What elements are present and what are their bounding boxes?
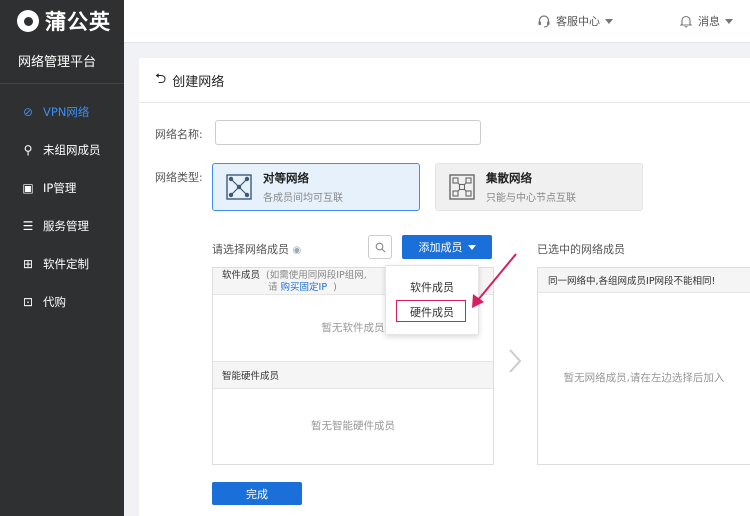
logo[interactable]: 蒲公英 [0, 0, 124, 42]
sidebar-item-label: 未组网成员 [43, 143, 101, 157]
peer-network-title: 对等网络 [263, 171, 309, 185]
network-type-hub[interactable]: 集散网络 只能与中心节点互联 [435, 163, 643, 211]
page-title: 创建网络 [172, 74, 225, 90]
select-members-label: 请选择网络成员 ◉ [212, 241, 301, 257]
hub-network-title: 集散网络 [486, 171, 532, 185]
logo-text: 蒲公英 [45, 10, 111, 34]
sidebar-item-label: 软件定制 [43, 257, 89, 271]
sidebar-item-5[interactable]: ⊡ 代购 [0, 283, 124, 321]
sidebar-item-label: 代购 [43, 295, 66, 309]
chevron-right-icon[interactable] [507, 348, 523, 374]
add-member-label: 添加成员 [418, 241, 463, 254]
sidebar-item-label: 服务管理 [43, 219, 89, 233]
sidebar-item-label: VPN网络 [43, 105, 90, 119]
search-button[interactable] [368, 235, 392, 259]
dandelion-logo-icon [17, 10, 39, 32]
sidebar-menu: ⊘ VPN网络 ⚲ 未组网成员 ▣ IP管理 ☰ 服务管理 ⊞ 软件定制 ⊡ 代购 [0, 93, 124, 321]
hardware-members-header: 智能硬件成员 [213, 361, 493, 389]
platform-title: 网络管理平台 [0, 43, 124, 84]
add-member-button[interactable]: 添加成员 [402, 235, 492, 259]
software-note-3: ) [333, 282, 337, 293]
peer-network-icon [226, 174, 252, 200]
software-note-2: 请 [268, 282, 278, 293]
vpn-icon: ⊘ [22, 105, 34, 119]
software-note-1: (如需使用同网段IP组网, [266, 270, 367, 281]
selected-empty-text: 暂无网络成员,请在左边选择后加入 [563, 372, 725, 384]
chevron-down-icon [467, 244, 476, 250]
headset-icon [538, 15, 550, 28]
selected-members-note: 同一网络中,各组网成员IP网段不能相同! [538, 268, 750, 293]
support-center-menu[interactable]: 客服中心 [537, 0, 613, 42]
dropdown-item-hardware[interactable]: 硬件成员 [386, 304, 478, 320]
sidebar-item-0[interactable]: ⊘ VPN网络 [0, 93, 124, 131]
selected-members-panel: 同一网络中,各组网成员IP网段不能相同! 暂无网络成员,请在左边选择后加入 [537, 267, 750, 465]
select-members-text: 请选择网络成员 [212, 243, 289, 256]
chevron-down-icon [605, 18, 613, 24]
hub-network-desc: 只能与中心节点互联 [486, 193, 576, 204]
messages-menu[interactable]: 消息 [679, 0, 733, 42]
sidebar-item-4[interactable]: ⊞ 软件定制 [0, 245, 124, 283]
buy-fixed-ip-link[interactable]: 购买固定IP [281, 282, 328, 293]
sidebar-item-3[interactable]: ☰ 服务管理 [0, 207, 124, 245]
messages-label: 消息 [698, 15, 720, 28]
done-button[interactable]: 完成 [212, 482, 302, 505]
hardware-empty-text: 暂无智能硬件成员 [311, 420, 395, 432]
bag-icon: ⊡ [22, 295, 34, 309]
network-name-label: 网络名称: [155, 128, 203, 141]
search-icon [375, 242, 385, 252]
sidebar-item-label: IP管理 [43, 181, 77, 195]
card-header: ⮌ 创建网络 [139, 58, 750, 103]
done-label: 完成 [246, 487, 268, 501]
dropdown-item-software[interactable]: 软件成员 [386, 279, 478, 295]
hardware-members-title: 智能硬件成员 [222, 371, 280, 382]
network-type-peer[interactable]: 对等网络 各成员间均可互联 [212, 163, 420, 211]
chevron-down-icon [725, 18, 733, 24]
bell-icon [679, 15, 693, 28]
back-arrow-icon[interactable]: ⮌ [155, 68, 166, 92]
service-icon: ☰ [22, 219, 34, 233]
user-icon: ⚲ [23, 143, 33, 157]
top-header: 客服中心 消息 [124, 0, 750, 43]
sidebar-item-1[interactable]: ⚲ 未组网成员 [0, 131, 124, 169]
create-network-card: ⮌ 创建网络 网络名称: 网络类型: 对等网络 各成员间均可互联 集散网络 只能… [139, 58, 750, 516]
add-member-dropdown: 软件成员 硬件成员 [385, 265, 479, 335]
selected-members-label: 已选中的网络成员 [537, 243, 625, 256]
network-type-label: 网络类型: [155, 171, 203, 184]
peer-network-desc: 各成员间均可互联 [263, 193, 343, 204]
sidebar: 蒲公英 网络管理平台 ⊘ VPN网络 ⚲ 未组网成员 ▣ IP管理 ☰ 服务管理 ⊞ 软件定制 ⊡ 代… [0, 0, 124, 516]
support-center-label: 客服中心 [556, 15, 600, 28]
sidebar-item-2[interactable]: ▣ IP管理 [0, 169, 124, 207]
eye-icon[interactable]: ◉ [293, 245, 302, 256]
hub-network-icon [449, 174, 475, 200]
grid-icon: ⊞ [22, 257, 34, 271]
ip-icon: ▣ [22, 181, 34, 195]
network-name-input[interactable] [215, 120, 481, 145]
software-members-title: 软件成员 [222, 270, 261, 281]
